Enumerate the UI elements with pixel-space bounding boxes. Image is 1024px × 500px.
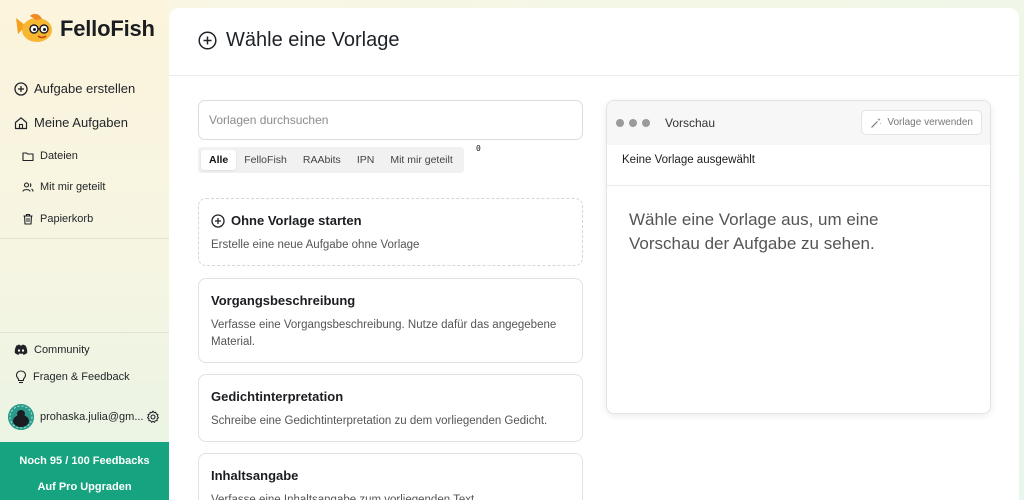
main-panel: Wähle eine Vorlage Alle FelloFish RAAbit…: [169, 8, 1019, 500]
user-email: prohaska.julia@gm...: [40, 411, 144, 423]
sidebar-item-shared[interactable]: Mit mir geteilt: [22, 181, 105, 193]
preview-header: Vorschau Vorlage verwenden: [607, 101, 990, 145]
card-description: Verfasse eine Vorgangsbeschreibung. Nutz…: [211, 319, 557, 348]
sidebar-item-label: Mit mir geteilt: [40, 181, 106, 193]
plus-circle-icon: [211, 213, 225, 228]
trash-icon: [23, 213, 33, 225]
create-task-label: Aufgabe erstellen: [34, 81, 136, 96]
use-template-button[interactable]: Vorlage verwenden: [861, 110, 982, 135]
page-title: Wähle eine Vorlage: [198, 29, 399, 52]
folder-icon: [22, 152, 34, 162]
plus-circle-icon: [198, 31, 217, 50]
my-tasks-label: Meine Aufgaben: [34, 115, 128, 130]
preview-body: Wähle eine Vorlage aus, um eine Vorschau…: [607, 186, 990, 413]
tab-fellofish[interactable]: FelloFish: [236, 150, 295, 170]
create-task-button[interactable]: Aufgabe erstellen: [14, 81, 135, 96]
template-card[interactable]: Vorgangsbeschreibung Verfasse eine Vorga…: [198, 278, 583, 363]
template-card[interactable]: Inhaltsangabe Verfasse eine Inhaltsangab…: [198, 453, 583, 500]
app-name: FelloFish: [60, 16, 155, 41]
logo[interactable]: FelloFish: [12, 12, 155, 46]
template-card[interactable]: Gedichtinterpretation Schreibe eine Gedi…: [198, 374, 583, 442]
start-blank-card[interactable]: Ohne Vorlage starten Erstelle eine neue …: [198, 198, 583, 266]
card-title: Vorgangsbeschreibung: [211, 293, 356, 308]
preview-title: Vorschau: [665, 116, 716, 130]
sidebar-divider: [0, 332, 169, 333]
card-title: Gedichtinterpretation: [211, 389, 344, 404]
sidebar: FelloFish Aufgabe erstellen Meine Aufgab…: [0, 0, 169, 500]
tab-all[interactable]: Alle: [201, 150, 237, 170]
my-tasks-link[interactable]: Meine Aufgaben: [14, 115, 128, 130]
user-profile[interactable]: prohaska.julia@gm...: [8, 404, 160, 430]
users-icon: [22, 182, 34, 192]
avatar: [8, 404, 34, 430]
tab-ipn[interactable]: IPN: [349, 150, 383, 170]
sidebar-divider: [0, 238, 169, 239]
feedback-quota: Noch 95 / 100 Feedbacks: [19, 455, 150, 467]
upgrade-banner: Noch 95 / 100 Feedbacks Auf Pro Upgraden: [0, 442, 169, 500]
filter-tabs: Alle FelloFish RAAbits IPN Mit mir getei…: [198, 147, 464, 173]
card-description: Erstelle eine neue Aufgabe ohne Vorlage: [211, 239, 420, 251]
page-header: Wähle eine Vorlage: [169, 8, 1019, 76]
selected-template-label: Keine Vorlage ausgewählt: [612, 145, 985, 179]
plus-circle-icon: [14, 81, 28, 96]
use-template-label: Vorlage verwenden: [887, 117, 973, 128]
community-label: Community: [34, 344, 90, 356]
page-title-text: Wähle eine Vorlage: [226, 29, 400, 51]
shared-count-badge: 0: [476, 144, 481, 153]
home-icon: [14, 116, 28, 129]
upgrade-button[interactable]: Auf Pro Upgraden: [0, 481, 169, 493]
community-link[interactable]: Community: [14, 344, 90, 356]
window-dots: [616, 119, 655, 127]
card-title-text: Ohne Vorlage starten: [231, 213, 362, 228]
preview-panel: Vorschau Vorlage verwenden Keine Vorlage…: [606, 100, 991, 414]
feedback-label: Fragen & Feedback: [33, 371, 130, 383]
card-title: Inhaltsangabe: [211, 468, 299, 483]
template-search-input[interactable]: [198, 100, 583, 140]
tab-shared-with-me[interactable]: Mit mir geteilt: [382, 150, 460, 170]
tab-raabits[interactable]: RAAbits: [295, 150, 349, 170]
card-description: Verfasse eine Inhaltsangabe zum vorliege…: [211, 494, 478, 500]
magic-wand-icon: [871, 117, 882, 128]
lightbulb-icon: [15, 370, 27, 384]
sidebar-item-trash[interactable]: Papierkorb: [22, 213, 93, 225]
card-title: Ohne Vorlage starten: [211, 213, 362, 228]
sidebar-item-label: Papierkorb: [40, 213, 94, 225]
fish-logo-icon: [16, 13, 52, 42]
discord-icon: [14, 344, 28, 355]
card-description: Schreibe eine Gedichtinterpretation zu d…: [211, 415, 548, 427]
feedback-link[interactable]: Fragen & Feedback: [15, 370, 130, 384]
sidebar-item-files[interactable]: Dateien: [22, 150, 78, 162]
preview-empty-message: Wähle eine Vorlage aus, um eine Vorschau…: [629, 210, 879, 253]
sidebar-item-label: Dateien: [40, 150, 78, 162]
gear-icon[interactable]: [146, 410, 160, 424]
